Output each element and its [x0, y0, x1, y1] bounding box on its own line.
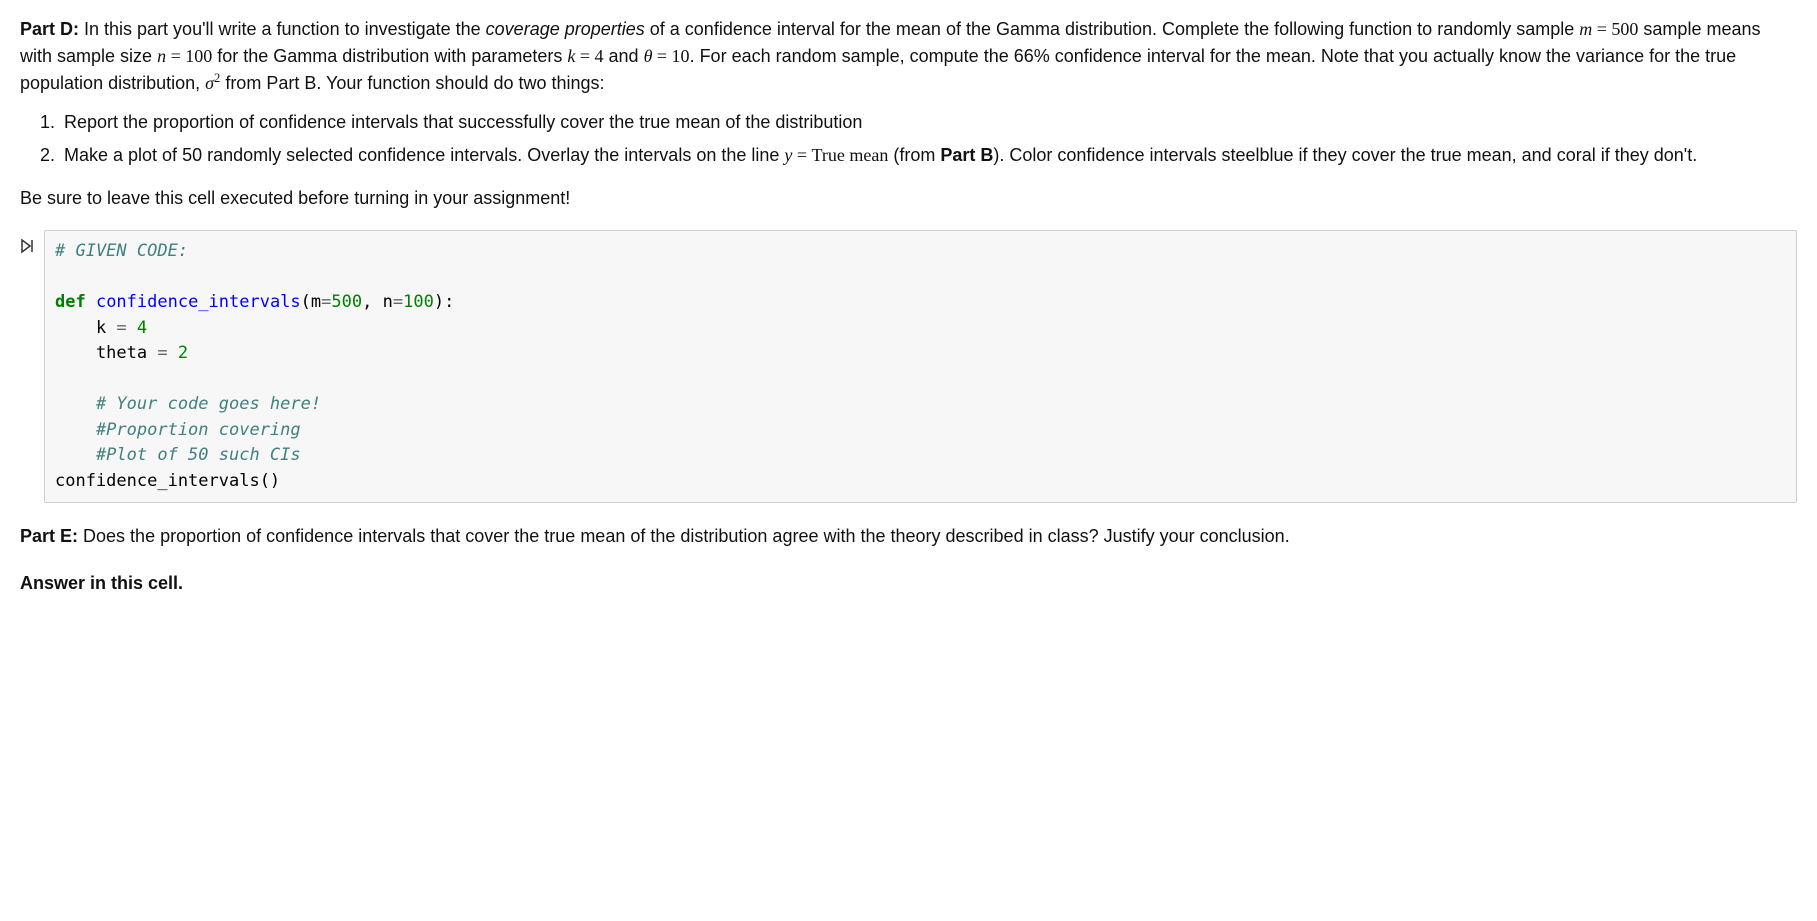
- part-d-label: Part D:: [20, 19, 79, 39]
- part-e-label: Part E:: [20, 526, 78, 546]
- answer-cell[interactable]: Answer in this cell.: [20, 570, 1797, 597]
- run-cell-button[interactable]: [20, 230, 44, 262]
- math-n-eq: n = 100: [157, 46, 212, 66]
- part-b-ref: Part B: [940, 145, 993, 165]
- list-item: Make a plot of 50 randomly selected conf…: [60, 142, 1797, 169]
- code-input-area[interactable]: # GIVEN CODE: def confidence_intervals(m…: [44, 230, 1797, 503]
- answer-cell-text: Answer in this cell.: [20, 573, 183, 593]
- true-mean-text: True mean: [812, 145, 889, 165]
- markdown-cell-part-e: Part E: Does the proportion of confidenc…: [20, 523, 1797, 550]
- markdown-cell-part-d: Part D: In this part you'll write a func…: [20, 16, 1797, 212]
- part-d-paragraph: Part D: In this part you'll write a func…: [20, 16, 1797, 97]
- part-d-task-list: Report the proportion of confidence inte…: [20, 109, 1797, 169]
- coverage-properties-term: coverage properties: [486, 19, 645, 39]
- run-to-line-icon: [20, 238, 36, 254]
- math-k-eq: k = 4: [567, 46, 603, 66]
- part-e-paragraph: Part E: Does the proportion of confidenc…: [20, 523, 1797, 550]
- math-theta-eq: θ = 10: [644, 46, 690, 66]
- math-sigma-sq: σ2: [205, 73, 220, 93]
- code-cell: # GIVEN CODE: def confidence_intervals(m…: [20, 230, 1797, 503]
- math-y-eq: y =: [784, 145, 811, 165]
- math-m-eq: m = 500: [1579, 19, 1638, 39]
- part-d-closing: Be sure to leave this cell executed befo…: [20, 185, 1797, 212]
- list-item: Report the proportion of confidence inte…: [60, 109, 1797, 136]
